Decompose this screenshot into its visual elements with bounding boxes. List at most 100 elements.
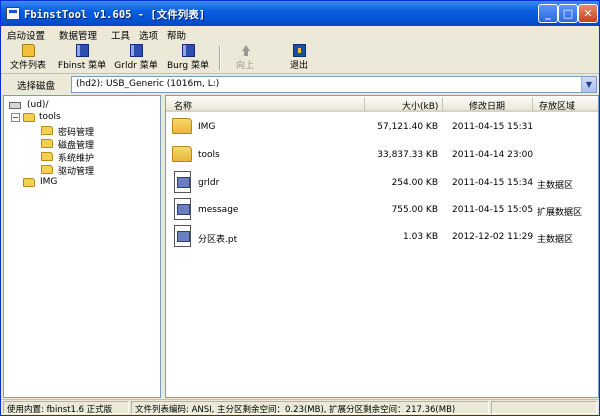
app-icon — [6, 7, 20, 20]
folder-icon — [172, 118, 192, 134]
file-list: 名称 大小(kB) 修改日期 存放区域 IMG 57,121.40 KB 201… — [165, 95, 599, 398]
status-empty — [491, 401, 597, 414]
menu-options[interactable]: 选项 — [139, 28, 158, 42]
status-version: 使用内置: fbinst1.6 正式版 — [3, 401, 129, 414]
drive-icon — [9, 102, 21, 109]
column-area[interactable]: 存放区域 — [539, 99, 575, 112]
menu-data-management[interactable]: 数据管理 — [59, 28, 97, 42]
folder-icon — [21, 44, 35, 57]
file-date: 2011-04-15 15:34 — [452, 178, 534, 188]
tree-item-system[interactable]: 系统维护 — [41, 151, 151, 164]
disk-select-label: 选择磁盘 — [17, 81, 56, 92]
tree-label-root: (ud)/ — [27, 100, 49, 110]
fbinst-menu-label: Fbinst 菜单 — [57, 61, 107, 71]
file-size: 57,121.40 KB — [377, 122, 438, 132]
tree-item-root[interactable]: (ud)/ — [9, 100, 149, 112]
list-header: 名称 大小(kB) 修改日期 存放区域 — [166, 96, 598, 112]
column-name[interactable]: 名称 — [174, 99, 192, 112]
menu-book-icon — [181, 44, 195, 57]
folder-icon — [172, 146, 192, 162]
file-row-message[interactable]: message 755.00 KB 2011-04-15 15:05 扩展数据区 — [166, 197, 598, 223]
burg-menu-label: Burg 菜单 — [167, 61, 209, 71]
folder-icon — [41, 152, 53, 161]
menu-boot-settings[interactable]: 启动设置 — [7, 28, 45, 42]
tree-item-tools[interactable]: − tools — [11, 112, 151, 124]
file-icon — [174, 198, 191, 220]
file-row-grldr[interactable]: grldr 254.00 KB 2011-04-15 15:34 主数据区 — [166, 170, 598, 196]
disk-select-value: (hd2): USB_Generic (1016m, L:) — [76, 79, 220, 89]
up-label: 向上 — [235, 61, 254, 71]
folder-icon — [41, 139, 53, 148]
file-name: grldr — [198, 178, 220, 188]
maximize-button[interactable]: □ — [558, 4, 578, 23]
folder-icon — [23, 113, 35, 122]
menu-book-icon — [129, 44, 143, 57]
menu-tools[interactable]: 工具 — [111, 28, 130, 42]
file-date: 2011-04-14 23:00 — [452, 150, 534, 160]
file-date: 2011-04-15 15:31 — [452, 122, 534, 132]
grldr-menu-label: Grldr 菜单 — [114, 61, 158, 71]
column-size[interactable]: 大小(kB) — [402, 99, 438, 112]
tree-item-disk[interactable]: 磁盘管理 — [41, 138, 151, 151]
folder-icon — [23, 178, 35, 187]
tree-label-disk: 磁盘管理 — [58, 141, 95, 151]
file-row-tools[interactable]: tools 33,837.33 KB 2011-04-14 23:00 — [166, 142, 598, 168]
main-window: FbinstTool v1.605 - [文件列表] _ □ ✕ 启动设置 数据… — [0, 0, 600, 416]
file-area: 主数据区 — [537, 181, 574, 191]
column-date[interactable]: 修改日期 — [469, 99, 505, 112]
menu-book-icon — [75, 44, 89, 57]
menu-bar: 启动设置 数据管理 工具 选项 帮助 — [1, 26, 599, 42]
toolbar-separator — [219, 46, 221, 70]
folder-tree: (ud)/ − tools 密码管理 磁盘管理 系统维护 驱动管理 IMG — [3, 95, 161, 398]
file-name: 分区表.pt — [198, 235, 238, 245]
column-divider[interactable] — [532, 98, 533, 110]
folder-icon — [41, 165, 53, 174]
title-bar[interactable]: FbinstTool v1.605 - [文件列表] _ □ ✕ — [1, 1, 599, 26]
tree-collapse-toggle[interactable]: − — [11, 113, 20, 122]
close-button[interactable]: ✕ — [578, 4, 598, 23]
file-date: 2011-04-15 15:05 — [452, 205, 534, 215]
file-list-button[interactable]: 文件列表 — [5, 44, 51, 72]
menu-help[interactable]: 帮助 — [167, 28, 186, 42]
file-name: tools — [198, 150, 220, 160]
tree-label-system: 系统维护 — [58, 154, 95, 164]
file-size: 33,837.33 KB — [377, 150, 438, 160]
column-divider[interactable] — [442, 98, 443, 110]
minimize-button[interactable]: _ — [538, 4, 558, 23]
chevron-down-icon[interactable]: ▼ — [581, 77, 596, 92]
window-title: FbinstTool v1.605 - [文件列表] — [24, 9, 206, 21]
burg-menu-button[interactable]: Burg 菜单 — [163, 44, 213, 72]
tree-label-password: 密码管理 — [58, 128, 95, 138]
tree-item-password[interactable]: 密码管理 — [41, 125, 151, 138]
exit-button[interactable]: 退出 — [285, 44, 313, 72]
file-icon — [174, 225, 191, 247]
status-bar: 使用内置: fbinst1.6 正式版 文件列表编码: ANSI, 主分区剩余空… — [1, 399, 599, 415]
file-date: 2012-12-02 11:29 — [452, 232, 534, 242]
column-divider[interactable] — [364, 98, 365, 110]
file-row-img[interactable]: IMG 57,121.40 KB 2011-04-15 15:31 — [166, 114, 598, 140]
file-area: 扩展数据区 — [537, 208, 583, 218]
tree-label-img: IMG — [40, 177, 58, 187]
toolbar: 文件列表 Fbinst 菜单 Grldr 菜单 Burg 菜单 向上 退出 — [1, 42, 599, 74]
file-list-label: 文件列表 — [9, 61, 46, 71]
fbinst-menu-button[interactable]: Fbinst 菜单 — [56, 44, 108, 72]
file-size: 254.00 KB — [391, 178, 438, 188]
tree-item-img[interactable]: IMG — [23, 177, 143, 189]
folder-icon — [41, 126, 53, 135]
up-button[interactable]: 向上 — [231, 44, 259, 72]
file-area: 主数据区 — [537, 235, 574, 245]
tree-item-driver[interactable]: 驱动管理 — [41, 164, 151, 177]
file-size: 755.00 KB — [391, 205, 438, 215]
file-row-partition-table[interactable]: 分区表.pt 1.03 KB 2012-12-02 11:29 主数据区 — [166, 224, 598, 250]
exit-icon — [292, 44, 306, 57]
status-info: 文件列表编码: ANSI, 主分区剩余空间：0.23(MB), 扩展分区剩余空间… — [131, 401, 489, 414]
tree-label-driver: 驱动管理 — [58, 167, 95, 177]
exit-label: 退出 — [289, 61, 308, 71]
file-name: IMG — [198, 122, 216, 132]
grldr-menu-button[interactable]: Grldr 菜单 — [111, 44, 161, 72]
file-size: 1.03 KB — [403, 232, 438, 242]
tree-label-tools: tools — [39, 112, 61, 122]
disk-bar: 选择磁盘 (hd2): USB_Generic (1016m, L:) ▼ — [1, 74, 599, 94]
disk-select[interactable]: (hd2): USB_Generic (1016m, L:) ▼ — [71, 76, 597, 93]
file-name: message — [198, 205, 239, 215]
